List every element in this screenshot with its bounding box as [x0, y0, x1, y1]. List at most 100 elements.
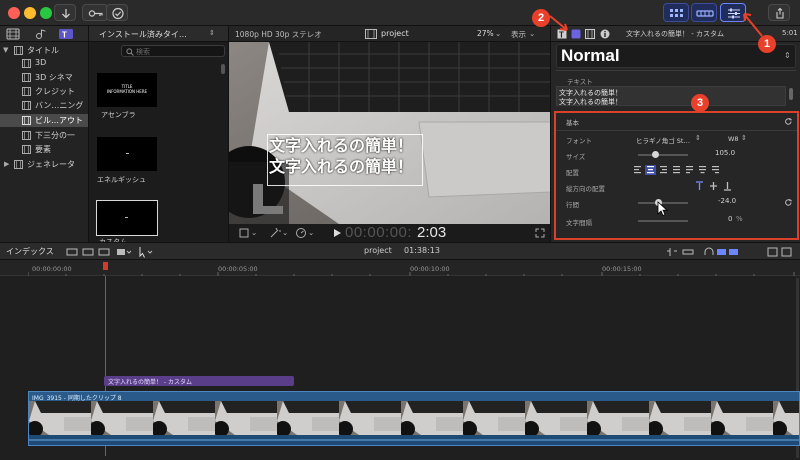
chevron-down-icon[interactable]: ⌄ — [282, 228, 288, 237]
title-thumbnail-energetic[interactable] — [97, 137, 157, 171]
checkmark-circle-icon — [112, 7, 124, 20]
fullscreen-icon[interactable] — [535, 228, 545, 238]
search-field[interactable]: 検索 — [121, 45, 225, 57]
tracking-slider[interactable] — [638, 220, 688, 222]
chevron-updown-icon[interactable]: ⇕ — [209, 29, 215, 37]
sidebar-item-build-out[interactable]: ビル…アウト — [0, 114, 88, 127]
timeline-ruler[interactable]: 00:00:00:00 00:00:05:00 00:00:10:00 00:0… — [0, 260, 800, 276]
film-clip-icon — [22, 59, 31, 68]
divider — [556, 130, 797, 131]
chevron-down-icon[interactable]: ⌄ — [251, 228, 257, 237]
show-timeline-button[interactable] — [691, 3, 717, 22]
film-clip-icon — [14, 160, 23, 169]
timeline: 00:00:00:00 00:00:05:00 00:00:10:00 00:0… — [0, 260, 800, 460]
share-button[interactable] — [768, 4, 790, 21]
chevron-right-icon[interactable]: ▶ — [4, 160, 9, 168]
close-window-button[interactable] — [8, 7, 20, 19]
scrollbar[interactable] — [789, 88, 793, 100]
sidebar-item-3d[interactable]: 3D — [0, 57, 88, 70]
timeline-icon — [696, 10, 714, 17]
search-placeholder: 検索 — [136, 48, 150, 56]
basic-section-heading: 基本 — [566, 119, 579, 127]
show-browser-button[interactable] — [663, 3, 689, 22]
font-label: フォント — [566, 137, 592, 145]
import-button[interactable] — [54, 4, 76, 21]
vertical-alignment-buttons[interactable] — [694, 181, 738, 191]
line-spacing-value[interactable]: -24.0 — [718, 197, 736, 205]
text-edit-field[interactable]: 文字入れるの簡単！ 文字入れるの簡単！ — [556, 86, 786, 106]
sidebar-item-3d-cinema[interactable]: 3D シネマ — [0, 71, 88, 84]
playhead-handle[interactable] — [103, 262, 108, 270]
chevron-updown-icon[interactable]: ⇕ — [741, 134, 747, 142]
video-inspector-icon[interactable] — [585, 29, 595, 39]
sidebar-item-lower-thirds[interactable]: 下三分の一 — [0, 129, 88, 142]
inspector-duration: 5:01 — [782, 29, 798, 37]
play-icon[interactable] — [333, 228, 342, 238]
search-icon — [126, 48, 134, 56]
sidebar-item-titles[interactable]: ▼ タイトル — [0, 44, 88, 57]
alignment-buttons[interactable] — [634, 165, 734, 175]
reset-icon[interactable] — [784, 117, 793, 126]
video-clip[interactable]: IMG_3915 - 同期したクリップ 8 — [28, 391, 800, 446]
timeline-index-button[interactable]: インデックス — [6, 246, 54, 257]
edit-buttons[interactable] — [66, 246, 156, 258]
sidebar: T ▼ タイトル 3D 3D シネマ クレジット バン…ニング ビル…アウト 下… — [0, 26, 88, 242]
titles-browser: インストール済みタイ… ⇕ 検索 TITLE INFORMATION HERE … — [88, 26, 229, 242]
minimize-window-button[interactable] — [24, 7, 36, 19]
titles-generators-icon[interactable]: T — [58, 27, 74, 41]
alignment-label: 配置 — [566, 169, 579, 177]
size-value[interactable]: 105.0 — [715, 149, 735, 157]
sidebar-item-bumpers[interactable]: バン…ニング — [0, 99, 88, 112]
music-photos-icon[interactable] — [34, 28, 48, 40]
chevron-down-icon[interactable]: ⌄ — [529, 29, 535, 38]
zoom-dropdown[interactable]: 27% — [477, 29, 494, 38]
magic-wand-icon[interactable] — [269, 227, 281, 239]
tracking-value[interactable]: 0 — [728, 215, 732, 223]
zoom-window-button[interactable] — [40, 7, 52, 19]
chevron-down-icon[interactable]: ⌄ — [495, 29, 501, 38]
thumbnail-preview-text: TITLE INFORMATION HERE — [106, 84, 148, 94]
chevron-updown-icon[interactable]: ⇕ — [784, 51, 791, 60]
film-clip-icon — [22, 131, 31, 140]
view-menu[interactable]: 表示 — [511, 29, 526, 40]
viewer: 1080p HD 30p ステレオ project 27% ⌄ 表示 ⌄ 文字入… — [228, 26, 551, 242]
font-family-dropdown[interactable]: ヒラギノ角ゴ St… — [636, 135, 690, 145]
title-thumbnail-custom[interactable] — [96, 200, 158, 236]
title-thumbnail-assembler[interactable]: TITLE INFORMATION HERE — [97, 73, 157, 107]
sidebar-tabs: T — [0, 26, 88, 42]
chevron-updown-icon[interactable]: ⇕ — [695, 134, 701, 142]
title-overlay-line-1[interactable]: 文字入れるの簡単！ — [269, 135, 413, 156]
title-clip[interactable]: 文字入れるの簡単！ - カスタム — [104, 376, 294, 386]
reset-icon[interactable] — [784, 198, 793, 207]
speed-gauge-icon[interactable] — [295, 227, 307, 239]
info-icon[interactable] — [600, 29, 610, 39]
share-icon — [776, 7, 784, 19]
category-dropdown[interactable]: インストール済みタイ… — [99, 29, 187, 40]
title-inspector-icon[interactable] — [571, 29, 581, 39]
film-clip-icon — [22, 145, 31, 154]
size-slider[interactable] — [638, 151, 688, 158]
tracking-label: 文字間隔 — [566, 219, 592, 227]
transform-icon[interactable] — [239, 228, 249, 238]
scrollbar[interactable] — [221, 64, 225, 74]
chevron-down-icon[interactable]: ⌄ — [308, 228, 314, 237]
title-overlay-line-2[interactable]: 文字入れるの簡単！ — [269, 156, 413, 177]
slider-knob[interactable] — [652, 151, 659, 158]
sidebar-item-credits[interactable]: クレジット — [0, 85, 88, 98]
text-line: 文字入れるの簡単！ — [559, 98, 622, 106]
timeline-view-buttons[interactable] — [665, 246, 800, 258]
mouse-pointer-icon — [657, 201, 669, 217]
sidebar-item-elements[interactable]: 要素 — [0, 143, 88, 156]
chevron-down-icon[interactable]: ▼ — [3, 46, 8, 54]
background-tasks-button[interactable] — [106, 4, 128, 21]
tracking-unit: % — [736, 215, 743, 223]
film-strip-icon[interactable] — [6, 28, 20, 40]
video-preview[interactable]: 文字入れるの簡単！ 文字入れるの簡単！ — [229, 42, 551, 224]
size-label: サイズ — [566, 153, 586, 161]
sidebar-item-generators[interactable]: ▶ ジェネレータ — [0, 158, 88, 171]
font-weight-dropdown[interactable]: W8 — [728, 135, 739, 143]
thumbnail-label: アセンブラ — [101, 111, 136, 119]
keywords-button[interactable] — [82, 4, 108, 21]
thumbnail-label: エネルギッシュ — [97, 176, 146, 184]
film-clip-icon — [14, 46, 23, 55]
